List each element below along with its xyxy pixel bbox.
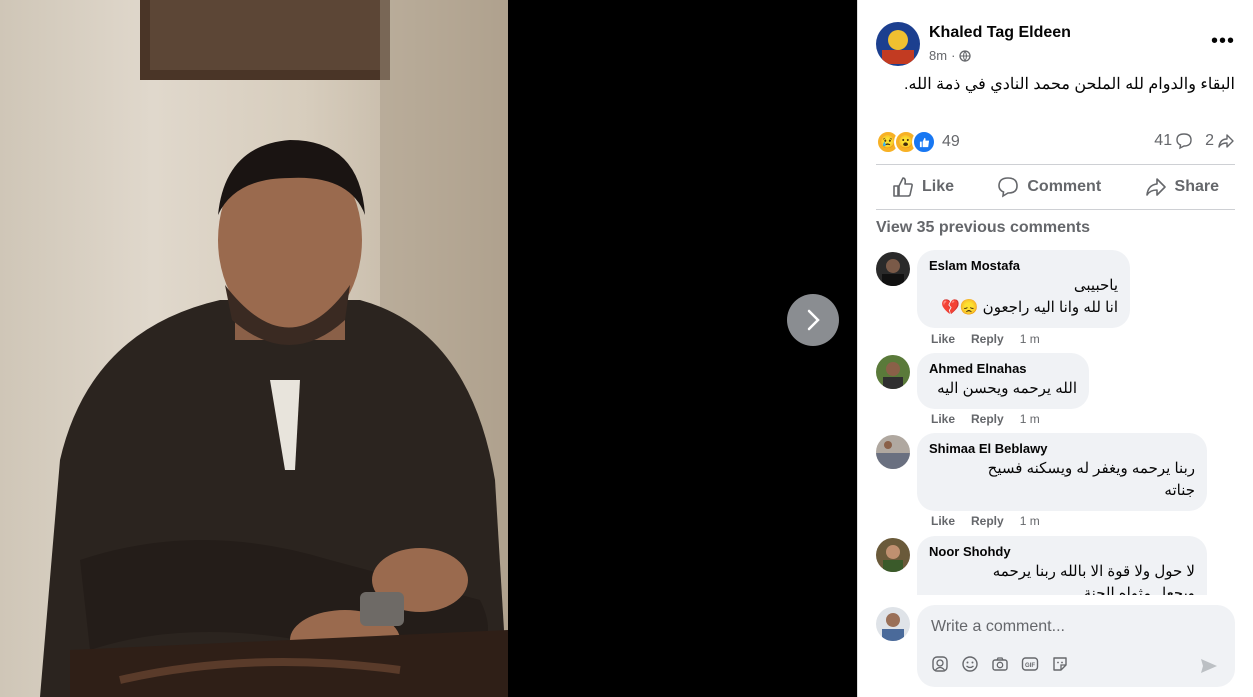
divider-bottom bbox=[876, 209, 1235, 210]
reactions-summary[interactable]: 😢 😮 49 bbox=[876, 130, 960, 154]
commenter-avatar[interactable] bbox=[876, 435, 910, 469]
gif-icon[interactable]: GIF bbox=[1021, 655, 1039, 673]
like-reaction-icon bbox=[912, 130, 936, 154]
comment-reply-link[interactable]: Reply bbox=[971, 332, 1004, 346]
comment-bubble: Noor Shohdy لا حول ولا قوة الا بالله ربن… bbox=[917, 536, 1207, 595]
comment-composer: Write a comment... GIF bbox=[876, 605, 1235, 687]
comment-actions: Like Reply 1 m bbox=[931, 332, 1040, 346]
commenter-avatar[interactable] bbox=[876, 252, 910, 286]
commenter-name[interactable]: Noor Shohdy bbox=[929, 544, 1195, 559]
avatar-sticker-icon[interactable] bbox=[931, 655, 949, 673]
share-button[interactable]: Share bbox=[1129, 166, 1235, 208]
commenter-name[interactable]: Eslam Mostafa bbox=[929, 258, 1118, 273]
post-sidebar: Khaled Tag Eldeen 8m · ••• البقاء والدوا… bbox=[857, 0, 1253, 697]
comment-bubble: Eslam Mostafa ياحبيبى انا لله وانا اليه … bbox=[917, 250, 1130, 328]
photo-viewer bbox=[0, 0, 857, 697]
chevron-right-icon bbox=[807, 309, 820, 331]
comment-like-link[interactable]: Like bbox=[931, 412, 955, 426]
comment-item: Noor Shohdy لا حول ولا قوة الا بالله ربن… bbox=[876, 536, 1235, 595]
commenter-avatar[interactable] bbox=[876, 538, 910, 572]
post-meta: 8m · bbox=[929, 48, 972, 63]
comment-actions: Like Reply 1 m bbox=[931, 514, 1040, 528]
comment-bubble: Shimaa El Beblawy ربنا يرحمه ويغفر له وي… bbox=[917, 433, 1207, 511]
globe-icon bbox=[959, 49, 972, 62]
share-label: Share bbox=[1174, 178, 1219, 195]
post-time[interactable]: 8m bbox=[929, 48, 947, 63]
comments-list: Eslam Mostafa ياحبيبى انا لله وانا اليه … bbox=[876, 250, 1235, 595]
comment-text-line: لا حول ولا قوة الا بالله ربنا يرحمه bbox=[992, 563, 1195, 580]
comment-text-line: الله يرحمه ويحسن اليه bbox=[937, 380, 1077, 397]
comment-bubble-icon bbox=[1176, 133, 1192, 150]
commenter-name[interactable]: Ahmed Elnahas bbox=[929, 361, 1077, 376]
emoji-icon[interactable] bbox=[961, 655, 979, 673]
divider-top bbox=[876, 164, 1235, 165]
comment-bubble: Ahmed Elnahas الله يرحمه ويحسن اليه bbox=[917, 353, 1089, 409]
svg-text:GIF: GIF bbox=[1025, 663, 1035, 669]
comment-reply-link[interactable]: Reply bbox=[971, 412, 1004, 426]
current-user-avatar[interactable] bbox=[876, 607, 910, 641]
comment-like-link[interactable]: Like bbox=[931, 332, 955, 346]
comment-item: Shimaa El Beblawy ربنا يرحمه ويغفر له وي… bbox=[876, 433, 1235, 533]
author-name[interactable]: Khaled Tag Eldeen bbox=[929, 24, 1071, 42]
comment-placeholder: Write a comment... bbox=[931, 618, 1065, 635]
comment-text-line: ويجعل مثواه الجنة bbox=[1083, 585, 1195, 595]
comment-time[interactable]: 1 m bbox=[1020, 514, 1040, 528]
comment-text-line: ياحبيبى bbox=[1073, 277, 1118, 294]
meta-dot: · bbox=[951, 48, 956, 63]
commenter-avatar[interactable] bbox=[876, 355, 910, 389]
view-previous-comments-link[interactable]: View 35 previous comments bbox=[876, 219, 1090, 237]
comment-time[interactable]: 1 m bbox=[1020, 412, 1040, 426]
comment-input[interactable]: Write a comment... GIF bbox=[917, 605, 1235, 687]
post-header: Khaled Tag Eldeen 8m · ••• bbox=[876, 22, 1235, 68]
like-button[interactable]: Like bbox=[876, 166, 970, 208]
commenter-name[interactable]: Shimaa El Beblawy bbox=[929, 441, 1195, 456]
comment-text-line: ربنا يرحمه ويغفر له ويسكنه فسيح bbox=[987, 460, 1195, 477]
comment-icon bbox=[998, 177, 1019, 198]
comment-like-link[interactable]: Like bbox=[931, 514, 955, 528]
comment-count[interactable]: 41 bbox=[1154, 132, 1193, 150]
post-text: البقاء والدوام لله الملحن محمد النادي في… bbox=[904, 76, 1235, 93]
composer-tools: GIF bbox=[931, 655, 1069, 673]
send-icon[interactable] bbox=[1199, 657, 1219, 680]
sticker-icon[interactable] bbox=[1051, 655, 1069, 673]
like-label: Like bbox=[922, 178, 955, 195]
reaction-count: 49 bbox=[942, 133, 960, 150]
thumbs-up-icon bbox=[893, 177, 913, 197]
comment-item: Eslam Mostafa ياحبيبى انا لله وانا اليه … bbox=[876, 250, 1235, 350]
author-avatar[interactable] bbox=[876, 22, 920, 66]
more-options-icon[interactable]: ••• bbox=[1211, 30, 1235, 53]
next-photo-button[interactable] bbox=[787, 294, 839, 346]
camera-icon[interactable] bbox=[991, 655, 1009, 673]
comment-label: Comment bbox=[1027, 178, 1102, 195]
comment-reply-link[interactable]: Reply bbox=[971, 514, 1004, 528]
post-photo[interactable] bbox=[0, 0, 508, 697]
portrait-image bbox=[40, 0, 508, 697]
comment-actions: Like Reply 1 m bbox=[931, 412, 1040, 426]
comment-button[interactable]: Comment bbox=[981, 166, 1117, 208]
comment-text-line: انا لله وانا اليه راجعون 😞💔 bbox=[941, 299, 1118, 316]
comment-time[interactable]: 1 m bbox=[1020, 332, 1040, 346]
comment-text-line: جناته bbox=[1164, 482, 1195, 499]
engagement-counts: 41 2 bbox=[1154, 132, 1235, 150]
share-arrow-icon bbox=[1218, 134, 1234, 148]
share-count[interactable]: 2 bbox=[1205, 132, 1235, 150]
share-icon bbox=[1145, 178, 1166, 196]
post-actions: Like Comment Share bbox=[876, 166, 1235, 208]
comment-item: Ahmed Elnahas الله يرحمه ويحسن اليه Like… bbox=[876, 353, 1235, 433]
